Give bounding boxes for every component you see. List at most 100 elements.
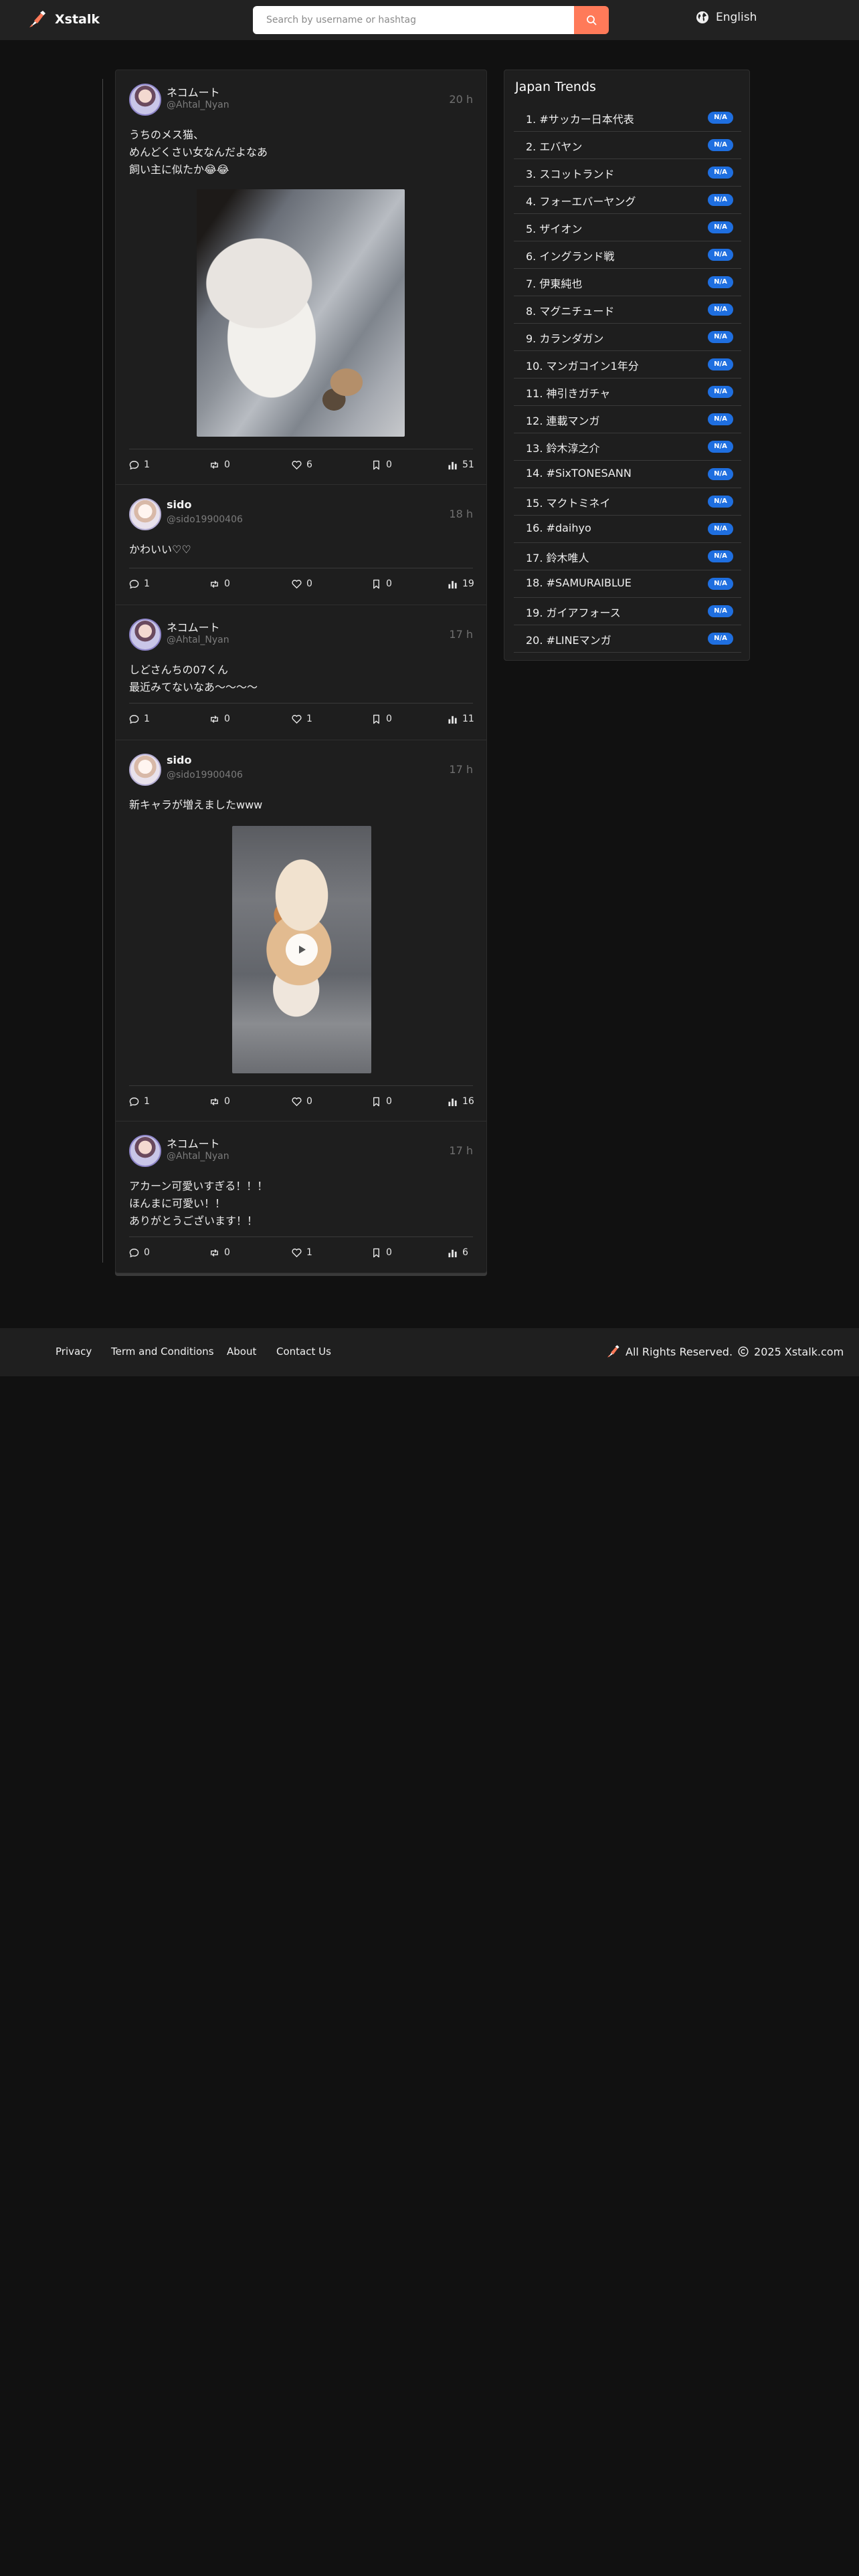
post-card[interactable]: sido @sido19900406 17 h 新キャラが増えましたwww 1 … xyxy=(116,740,486,1121)
brand-logo[interactable]: Xstalk xyxy=(27,9,100,29)
trend-item[interactable]: 19. ガイアフォース N/A xyxy=(514,598,741,625)
language-selector[interactable]: English xyxy=(696,11,757,24)
bookmark-button[interactable]: 0 xyxy=(371,459,392,470)
trend-badge: N/A xyxy=(708,550,733,562)
search-button[interactable] xyxy=(574,6,609,34)
trend-item[interactable]: 4. フォーエバーヤング N/A xyxy=(514,187,741,214)
footer-link-privacy[interactable]: Privacy xyxy=(56,1346,92,1358)
trend-item[interactable]: 15. マクトミネイ N/A xyxy=(514,488,741,516)
trend-item[interactable]: 1. #サッカー日本代表 N/A xyxy=(514,104,741,132)
post-card[interactable]: sido @sido19900406 18 h かわいい♡♡ 1 0 0 0 1… xyxy=(116,485,486,605)
repost-icon xyxy=(211,715,218,723)
comment-icon xyxy=(129,460,139,469)
trend-label: 19. ガイアフォース xyxy=(526,607,621,619)
footer-link-terms[interactable]: Term and Conditions xyxy=(111,1346,214,1358)
bookmark-count: 0 xyxy=(386,1096,392,1107)
post-card[interactable]: ネコムート @Ahtal_Nyan 17 h アカーン可愛いすぎる！！！ ほんま… xyxy=(116,1121,486,1273)
footer-link-about[interactable]: About xyxy=(227,1346,256,1358)
divider xyxy=(129,703,473,704)
reply-button[interactable]: 1 xyxy=(129,714,150,724)
trends-panel: Japan Trends 1. #サッカー日本代表 N/A 2. エバヤン N/A 3.… xyxy=(504,70,750,661)
bookmark-button[interactable]: 0 xyxy=(371,714,392,724)
reply-count: 1 xyxy=(144,714,150,724)
search-input[interactable] xyxy=(253,6,574,34)
bookmark-button[interactable]: 0 xyxy=(371,578,392,589)
divider xyxy=(129,1085,473,1086)
bookmark-icon xyxy=(373,579,379,588)
trend-label: 16. #daihyo xyxy=(526,522,591,534)
author-name[interactable]: ネコムート xyxy=(167,1135,220,1151)
author-handle[interactable]: @sido19900406 xyxy=(167,514,243,525)
trend-item[interactable]: 13. 鈴木淳之介 N/A xyxy=(514,433,741,461)
views-stat: 6 xyxy=(448,1247,468,1258)
trend-badge: N/A xyxy=(708,386,733,398)
trend-item[interactable]: 18. #SAMURAIBLUE N/A xyxy=(514,570,741,598)
trend-item[interactable]: 6. イングランド戦 N/A xyxy=(514,241,741,269)
repost-button[interactable]: 0 xyxy=(209,714,230,724)
reply-button[interactable]: 1 xyxy=(129,459,150,470)
bookmark-button[interactable]: 0 xyxy=(371,1096,392,1107)
repost-button[interactable]: 0 xyxy=(209,1247,230,1258)
trend-item[interactable]: 5. ザイオン N/A xyxy=(514,214,741,241)
post-video[interactable] xyxy=(232,826,371,1073)
trend-badge: N/A xyxy=(708,496,733,508)
trend-item[interactable]: 2. エバヤン N/A xyxy=(514,132,741,159)
author-name[interactable]: ネコムート xyxy=(167,84,220,100)
trend-item[interactable]: 14. #SixTONESANN N/A xyxy=(514,461,741,488)
copyright-notice: All Rights Reserved. 2025 Xstalk.com xyxy=(605,1344,844,1359)
post-card[interactable]: ネコムート @Ahtal_Nyan 17 h しどさんちの07くん 最近みてない… xyxy=(116,605,486,740)
trend-item[interactable]: 20. #LINEマンガ N/A xyxy=(514,625,741,653)
repost-button[interactable]: 0 xyxy=(209,578,230,589)
like-button[interactable]: 1 xyxy=(292,1247,312,1258)
post-text: アカーン可愛いすぎる！！！ ほんまに可愛い！！ ありがとうございます！！ xyxy=(129,1180,268,1227)
post-card[interactable]: ネコムート @Ahtal_Nyan 20 h うちのメス猫、 めんどくさい女なん… xyxy=(116,70,486,485)
trend-item[interactable]: 9. カランダガン N/A xyxy=(514,324,741,351)
author-name[interactable]: sido xyxy=(167,498,191,511)
author-handle[interactable]: @Ahtal_Nyan xyxy=(167,635,229,645)
like-button[interactable]: 0 xyxy=(292,1096,312,1107)
brand-name: Xstalk xyxy=(55,12,100,27)
search-icon xyxy=(587,15,597,25)
play-button[interactable] xyxy=(286,934,318,966)
trend-item[interactable]: 3. スコットランド N/A xyxy=(514,159,741,187)
avatar[interactable] xyxy=(129,754,161,786)
repost-button[interactable]: 0 xyxy=(209,1096,230,1107)
reply-button[interactable]: 1 xyxy=(129,578,150,589)
like-button[interactable]: 6 xyxy=(292,459,312,470)
avatar[interactable] xyxy=(129,498,161,530)
post-time: 17 h xyxy=(449,763,473,776)
view-count: 51 xyxy=(462,459,474,470)
post-feed: ネコムート @Ahtal_Nyan 20 h うちのメス猫、 めんどくさい女なん… xyxy=(115,70,487,1273)
post-photo[interactable] xyxy=(197,189,405,437)
author-handle[interactable]: @Ahtal_Nyan xyxy=(167,1151,229,1162)
trends-title: Japan Trends xyxy=(515,80,596,94)
author-handle[interactable]: @Ahtal_Nyan xyxy=(167,100,229,110)
reply-button[interactable]: 0 xyxy=(129,1247,150,1258)
footer-link-contact[interactable]: Contact Us xyxy=(276,1346,331,1358)
trend-item[interactable]: 17. 鈴木唯人 N/A xyxy=(514,543,741,570)
reply-button[interactable]: 1 xyxy=(129,1096,150,1107)
like-button[interactable]: 0 xyxy=(292,578,312,589)
globe-icon xyxy=(696,11,708,23)
avatar[interactable] xyxy=(129,1135,161,1167)
trend-item[interactable]: 10. マンガコイン1年分 N/A xyxy=(514,351,741,379)
trend-badge: N/A xyxy=(708,441,733,453)
post-text: しどさんちの07くん 最近みてないなあ〜〜〜〜 xyxy=(129,663,258,693)
trend-item[interactable]: 16. #daihyo N/A xyxy=(514,516,741,543)
avatar[interactable] xyxy=(129,84,161,116)
comment-icon xyxy=(129,579,139,588)
author-name[interactable]: sido xyxy=(167,754,191,766)
trend-item[interactable]: 11. 神引きガチャ N/A xyxy=(514,379,741,406)
repost-count: 0 xyxy=(224,459,230,470)
like-count: 1 xyxy=(306,714,312,724)
trend-item[interactable]: 12. 連載マンガ N/A xyxy=(514,406,741,433)
bar-chart-icon xyxy=(448,580,457,588)
repost-button[interactable]: 0 xyxy=(209,459,230,470)
trend-item[interactable]: 7. 伊東純也 N/A xyxy=(514,269,741,296)
like-button[interactable]: 1 xyxy=(292,714,312,724)
bookmark-button[interactable]: 0 xyxy=(371,1247,392,1258)
avatar[interactable] xyxy=(129,619,161,651)
author-name[interactable]: ネコムート xyxy=(167,619,220,635)
author-handle[interactable]: @sido19900406 xyxy=(167,770,243,780)
trend-item[interactable]: 8. マグニチュード N/A xyxy=(514,296,741,324)
